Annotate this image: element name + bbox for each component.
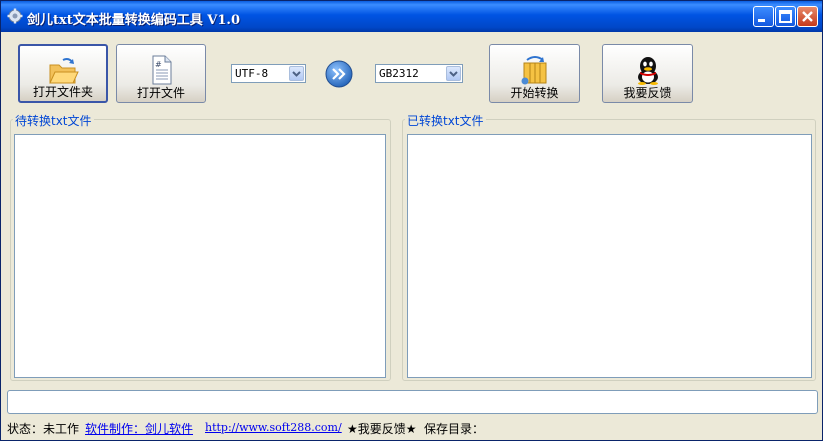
save-dir-label: 保存目录： — [424, 422, 485, 436]
status-text: 状态：未工作 — [7, 422, 80, 436]
svg-text:#: # — [155, 60, 162, 69]
minimize-button[interactable] — [753, 6, 774, 27]
gear-icon — [7, 8, 23, 24]
penguin-icon — [637, 57, 658, 85]
feedback-link[interactable]: ★我要反馈★ — [347, 420, 417, 437]
converted-files-title: 已转换txt文件 — [405, 112, 486, 129]
pending-files-list[interactable] — [14, 134, 386, 378]
close-icon — [802, 11, 813, 22]
status-bar: 状态：未工作 软件制作：剑儿软件 http://www.soft288.com/… — [1, 417, 822, 441]
source-encoding-select[interactable]: UTF-8 — [231, 64, 306, 83]
folder-open-icon — [49, 58, 79, 84]
converted-files-group: 已转换txt文件 — [402, 112, 816, 381]
open-file-button[interactable]: # 打开文件 — [116, 44, 206, 103]
feedback-button[interactable]: 我要反馈 — [602, 44, 693, 103]
converted-files-list[interactable] — [407, 134, 812, 378]
open-folder-button[interactable]: 打开文件夹 — [18, 44, 108, 103]
document-icon: # — [152, 55, 172, 85]
website-link[interactable]: http://www.soft288.com/ — [205, 421, 342, 434]
save-path-field[interactable] — [7, 390, 818, 414]
pending-files-title: 待转换txt文件 — [13, 112, 94, 129]
minimize-icon — [758, 19, 765, 22]
convert-icon — [521, 56, 546, 85]
close-button[interactable] — [797, 6, 818, 27]
target-encoding-select[interactable]: GB2312 — [375, 64, 463, 83]
maximize-button[interactable] — [775, 6, 796, 27]
title-bar[interactable]: 剑儿txt文本批量转换编码工具 V1.0 — [1, 1, 822, 32]
target-encoding-value: GB2312 — [379, 67, 419, 80]
author-link[interactable]: 软件制作：剑儿软件 — [85, 420, 193, 437]
window-title: 剑儿txt文本批量转换编码工具 V1.0 — [27, 13, 240, 28]
open-file-label: 打开文件 — [136, 86, 185, 100]
start-convert-label: 开始转换 — [510, 86, 559, 100]
maximize-icon — [779, 10, 792, 23]
chevron-down-icon[interactable] — [289, 66, 304, 81]
feedback-label: 我要反馈 — [623, 86, 672, 100]
chevron-down-icon[interactable] — [446, 66, 461, 81]
main-window: 剑儿txt文本批量转换编码工具 V1.0 打开文件夹 # 打开文件 UTF-8 … — [0, 0, 823, 441]
start-convert-button[interactable]: 开始转换 — [489, 44, 580, 103]
pending-files-group: 待转换txt文件 — [10, 112, 391, 381]
open-folder-label: 打开文件夹 — [32, 85, 93, 99]
double-chevron-right-icon — [325, 60, 353, 88]
source-encoding-value: UTF-8 — [235, 67, 269, 80]
